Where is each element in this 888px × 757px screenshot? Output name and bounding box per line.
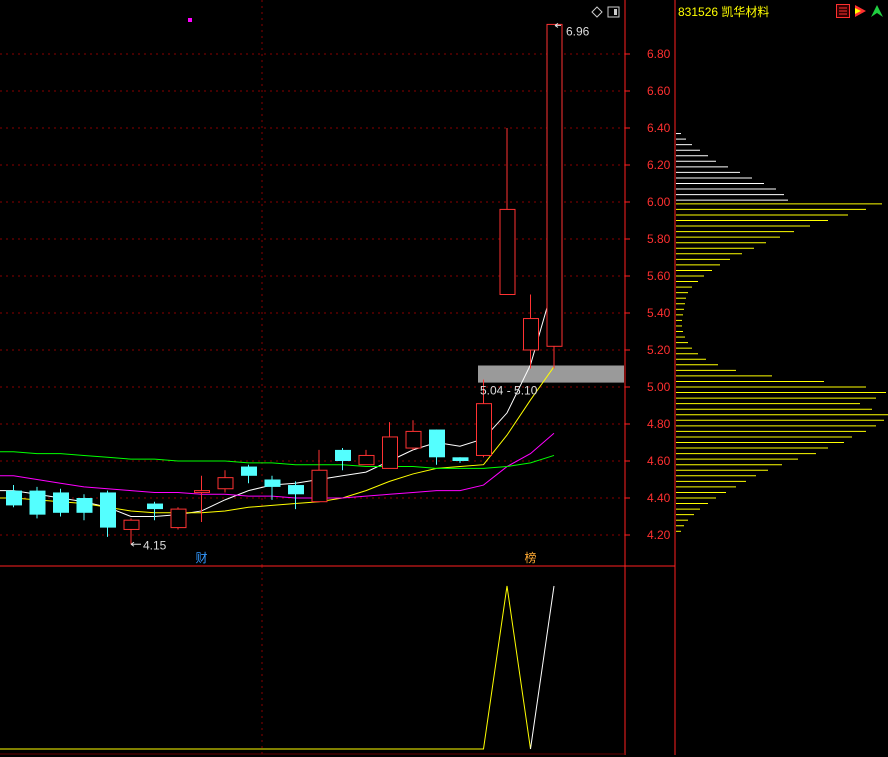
event-marker: 榜 — [525, 550, 537, 565]
green-arrow-icon[interactable] — [870, 4, 884, 18]
candle-body — [123, 519, 140, 530]
candle-body — [29, 490, 46, 515]
candle[interactable] — [147, 501, 163, 521]
indicator-marker-dot — [188, 18, 192, 22]
candle-body — [217, 477, 234, 490]
candle-body — [405, 430, 422, 449]
candle[interactable] — [546, 23, 563, 369]
axis-tick-label: 6.80 — [647, 47, 671, 61]
candle-body — [546, 23, 563, 347]
play-flag-icon[interactable] — [853, 4, 867, 18]
candle[interactable] — [358, 449, 375, 466]
candle-body — [382, 436, 398, 469]
candle[interactable] — [100, 490, 116, 537]
low-arrow — [130, 541, 141, 547]
axis-tick-label: 5.20 — [647, 343, 671, 357]
stock-title: 831526 凯华材料 — [678, 3, 769, 20]
candle-body — [6, 490, 22, 506]
candle-body — [288, 485, 304, 495]
candle-body — [311, 469, 328, 503]
axis-tick-label: 6.60 — [647, 84, 671, 98]
candlesticks[interactable] — [6, 23, 563, 545]
range-band — [478, 365, 624, 383]
candle[interactable] — [288, 481, 304, 510]
axis-tick-label: 5.80 — [647, 232, 671, 246]
event-marker: 财 — [196, 551, 208, 565]
candle-body — [100, 492, 116, 528]
candle[interactable] — [499, 128, 516, 295]
candle-body — [53, 492, 69, 513]
candle[interactable] — [217, 470, 234, 493]
high-price-label: 6.96 — [566, 24, 590, 38]
candle-body — [147, 503, 163, 510]
axis-tick-label: 4.40 — [647, 491, 671, 505]
stock-chart: 5.04 - 5.10 6.96 4.15 财 榜 4.20 4.40 4.60 4.80 5.… — [0, 0, 888, 755]
volume-profile[interactable] — [676, 133, 888, 532]
diamond-icon[interactable] — [591, 6, 603, 18]
axis-tick-label: 4.60 — [647, 454, 671, 468]
chart-toolbar — [188, 6, 620, 22]
candle[interactable] — [523, 294, 539, 369]
candle[interactable] — [452, 457, 469, 463]
stock-code: 831526 — [678, 5, 719, 19]
candle-body — [241, 466, 257, 476]
candle[interactable] — [170, 507, 187, 530]
indicator-line-last — [530, 585, 555, 750]
candle[interactable] — [335, 448, 351, 471]
candle[interactable] — [76, 494, 93, 521]
axis-tick-label: 5.00 — [647, 380, 671, 394]
price-labels: 5.04 - 5.10 6.96 4.15 财 榜 — [130, 22, 590, 565]
candle-body — [335, 449, 351, 461]
low-price-label: 4.15 — [143, 538, 167, 552]
candle[interactable] — [29, 486, 46, 519]
candle[interactable] — [405, 420, 422, 450]
candle[interactable] — [382, 422, 398, 469]
candle[interactable] — [6, 485, 22, 508]
range-band-rect — [478, 365, 624, 383]
candle[interactable] — [53, 488, 69, 517]
moving-average-ma10 — [0, 366, 555, 514]
candle-body — [523, 318, 539, 351]
indicator-line — [0, 585, 531, 750]
chart-list-icon[interactable] — [836, 4, 850, 18]
candle-body — [76, 498, 93, 513]
candle-body — [476, 403, 492, 456]
stock-name: 凯华材料 — [721, 5, 770, 19]
candle[interactable] — [311, 449, 328, 503]
candle[interactable] — [429, 429, 445, 465]
candle-body — [194, 490, 210, 493]
axis-tick-label: 6.00 — [647, 195, 671, 209]
range-band-label: 5.04 - 5.10 — [480, 384, 538, 398]
candle-body — [170, 508, 187, 529]
indicator-panel — [0, 585, 555, 750]
window-toggle-icon[interactable] — [607, 6, 620, 18]
axis-tick-label: 5.60 — [647, 269, 671, 283]
price-axis: 4.20 4.40 4.60 4.80 5.00 5.20 5.40 5.60 5.80 6.00… — [625, 47, 671, 542]
axis-tick-label: 6.20 — [647, 158, 671, 172]
axis-tick-label: 4.20 — [647, 528, 671, 542]
axis-tick-label: 5.40 — [647, 306, 671, 320]
candle[interactable] — [194, 475, 210, 523]
candle[interactable] — [241, 464, 257, 484]
candle-body — [499, 208, 516, 295]
candle-body — [429, 429, 445, 458]
candle-body — [452, 457, 469, 461]
axis-tick-label: 6.40 — [647, 121, 671, 135]
candle-body — [358, 454, 375, 466]
candle-body — [264, 479, 281, 487]
candle[interactable] — [123, 518, 140, 545]
axis-tick-label: 4.80 — [647, 417, 671, 431]
